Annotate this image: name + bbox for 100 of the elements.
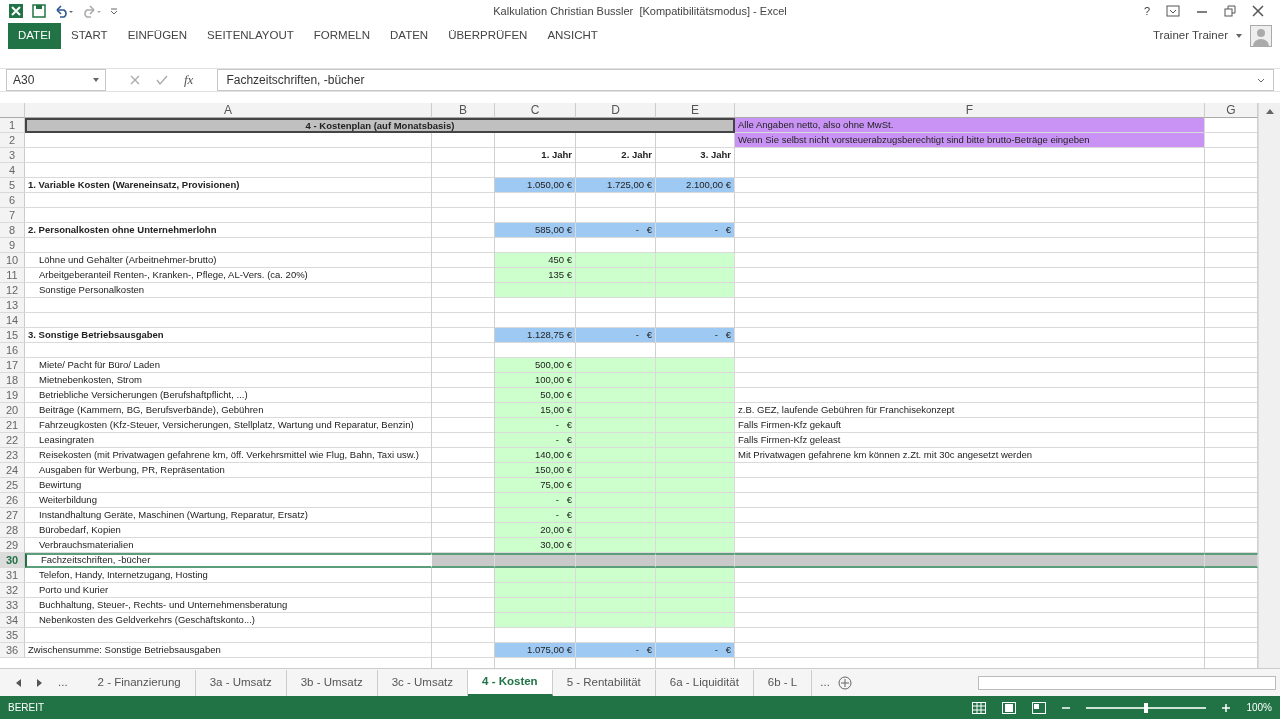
- row-number[interactable]: 19: [0, 388, 25, 403]
- page-break-icon[interactable]: [1032, 701, 1047, 714]
- row-number[interactable]: 5: [0, 178, 25, 193]
- row-label: Arbeitgeberanteil Renten-, Kranken-, Pflege, AL-Vers. (ca. 20%): [39, 269, 308, 280]
- column-header[interactable]: G: [1205, 103, 1258, 118]
- row-number[interactable]: 26: [0, 493, 25, 508]
- row-number[interactable]: 9: [0, 238, 25, 253]
- ribbon-display-icon[interactable]: [1166, 5, 1180, 17]
- add-sheet-icon[interactable]: [837, 675, 852, 690]
- ribbon-tab[interactable]: ÜBERPRÜFEN: [438, 23, 538, 49]
- column-header[interactable]: B: [432, 103, 495, 118]
- row-number[interactable]: 7: [0, 208, 25, 223]
- row-number[interactable]: 20: [0, 403, 25, 418]
- insert-function-button[interactable]: fx: [184, 70, 194, 90]
- active-cell[interactable]: Fachzeitschriften, -bücher: [25, 553, 432, 568]
- row-number[interactable]: 34: [0, 613, 25, 628]
- sheet-tab[interactable]: 6a - Liquidität: [655, 669, 754, 696]
- row-number[interactable]: 31: [0, 568, 25, 583]
- row-number[interactable]: 18: [0, 373, 25, 388]
- row-number[interactable]: 8: [0, 223, 25, 238]
- caret-icon[interactable]: [1236, 34, 1242, 38]
- row-number[interactable]: 13: [0, 298, 25, 313]
- more-sheets-button[interactable]: ...: [812, 673, 838, 692]
- sheet-tab[interactable]: 6b - L: [753, 669, 813, 696]
- next-sheet-icon[interactable]: [37, 678, 42, 687]
- note-text: z.B. GEZ, laufende Gebühren für Franchisekonzept: [738, 404, 955, 415]
- row-number[interactable]: 36: [0, 643, 25, 658]
- row-number[interactable]: 2: [0, 133, 25, 148]
- column-header[interactable]: D: [576, 103, 656, 118]
- previous-sheet-icon[interactable]: [16, 678, 21, 687]
- vertical-scrollbar[interactable]: [1258, 103, 1280, 668]
- row-number[interactable]: 12: [0, 283, 25, 298]
- row-number[interactable]: 11: [0, 268, 25, 283]
- close-icon[interactable]: [1252, 5, 1264, 17]
- row-number[interactable]: 10: [0, 253, 25, 268]
- row-number[interactable]: 1: [0, 118, 25, 133]
- more-sheets-button[interactable]: ...: [58, 673, 68, 692]
- column-header[interactable]: E: [656, 103, 735, 118]
- amount-cell: - €: [495, 418, 576, 433]
- row-number[interactable]: 24: [0, 463, 25, 478]
- row-label: Reisekosten (mit Privatwagen gefahrene km, öff. Verkehrsmittel wie Flug, Bahn, Taxi usw.): [39, 449, 419, 460]
- row-number[interactable]: 29: [0, 538, 25, 553]
- row-number[interactable]: 15: [0, 328, 25, 343]
- ribbon-tab[interactable]: FORMELN: [303, 23, 380, 49]
- row-number[interactable]: 28: [0, 523, 25, 538]
- column-header[interactable]: A: [25, 103, 432, 118]
- row-number[interactable]: 23: [0, 448, 25, 463]
- amount-cell: 20,00 €: [495, 523, 576, 538]
- row-number[interactable]: 6: [0, 193, 25, 208]
- user-name[interactable]: Trainer Trainer: [1153, 27, 1228, 45]
- help-button[interactable]: ?: [1143, 2, 1150, 20]
- ribbon-tab[interactable]: DATEN: [380, 23, 439, 49]
- amount-cell: 1.050,00 €: [495, 178, 576, 193]
- customize-icon[interactable]: [110, 6, 118, 16]
- zoom-in-icon[interactable]: [1222, 703, 1231, 712]
- expand-icon[interactable]: [1257, 77, 1265, 83]
- row-number[interactable]: 22: [0, 433, 25, 448]
- name-box[interactable]: A30: [6, 69, 106, 91]
- undo-icon[interactable]: [54, 4, 74, 18]
- amount-cell: 450 €: [495, 253, 576, 268]
- amount-cell: - €: [576, 223, 656, 238]
- horizontal-scrollbar[interactable]: [978, 675, 1276, 690]
- sheet-tab[interactable]: 2 - Finanzierung: [83, 669, 196, 696]
- row-number[interactable]: 25: [0, 478, 25, 493]
- sheet-tab[interactable]: 3b - Umsatz: [286, 669, 378, 696]
- slider-thumb[interactable]: [1144, 702, 1149, 713]
- row-number[interactable]: 35: [0, 628, 25, 643]
- row-number[interactable]: 21: [0, 418, 25, 433]
- row-number[interactable]: 16: [0, 343, 25, 358]
- row-number[interactable]: 4: [0, 163, 25, 178]
- row-number[interactable]: 27: [0, 508, 25, 523]
- column-header[interactable]: C: [495, 103, 576, 118]
- row-number[interactable]: 17: [0, 358, 25, 373]
- page-layout-icon[interactable]: [1002, 701, 1017, 714]
- ribbon-tab[interactable]: SEITENLAYOUT: [197, 23, 304, 49]
- row-label: Buchhaltung, Steuer-, Rechts- und Unternehmensberatung: [39, 599, 288, 610]
- row-number[interactable]: 14: [0, 313, 25, 328]
- row-number[interactable]: 32: [0, 583, 25, 598]
- file-tab[interactable]: DATEI: [8, 23, 61, 49]
- zoom-level[interactable]: 100%: [1246, 700, 1272, 715]
- sheet-tab[interactable]: 4 - Kosten: [468, 669, 553, 696]
- caret-icon[interactable]: [93, 78, 99, 82]
- normal-view-icon[interactable]: [972, 701, 987, 714]
- formula-field[interactable]: Fachzeitschriften, -bücher: [217, 69, 1274, 91]
- row-number[interactable]: 3: [0, 148, 25, 163]
- sheet-tab[interactable]: 5 - Rentabilität: [552, 669, 656, 696]
- restore-icon[interactable]: [1224, 5, 1236, 17]
- amount-cell: 50,00 €: [495, 388, 576, 403]
- row-number[interactable]: 30: [0, 553, 25, 568]
- ribbon-tab[interactable]: ANSICHT: [537, 23, 608, 49]
- ribbon-tab[interactable]: START: [61, 23, 118, 49]
- amount-cell-text: 3. Jahr: [699, 148, 732, 162]
- scroll-up-icon[interactable]: [1266, 109, 1274, 114]
- ribbon-tab[interactable]: EINFÜGEN: [117, 23, 198, 49]
- app-icon[interactable]: [8, 3, 24, 19]
- column-header[interactable]: F: [735, 103, 1205, 118]
- save-icon[interactable]: [32, 4, 46, 18]
- row-number[interactable]: 33: [0, 598, 25, 613]
- amount-cell: - €: [656, 643, 735, 658]
- sheet-tab[interactable]: 3a - Umsatz: [195, 669, 287, 696]
